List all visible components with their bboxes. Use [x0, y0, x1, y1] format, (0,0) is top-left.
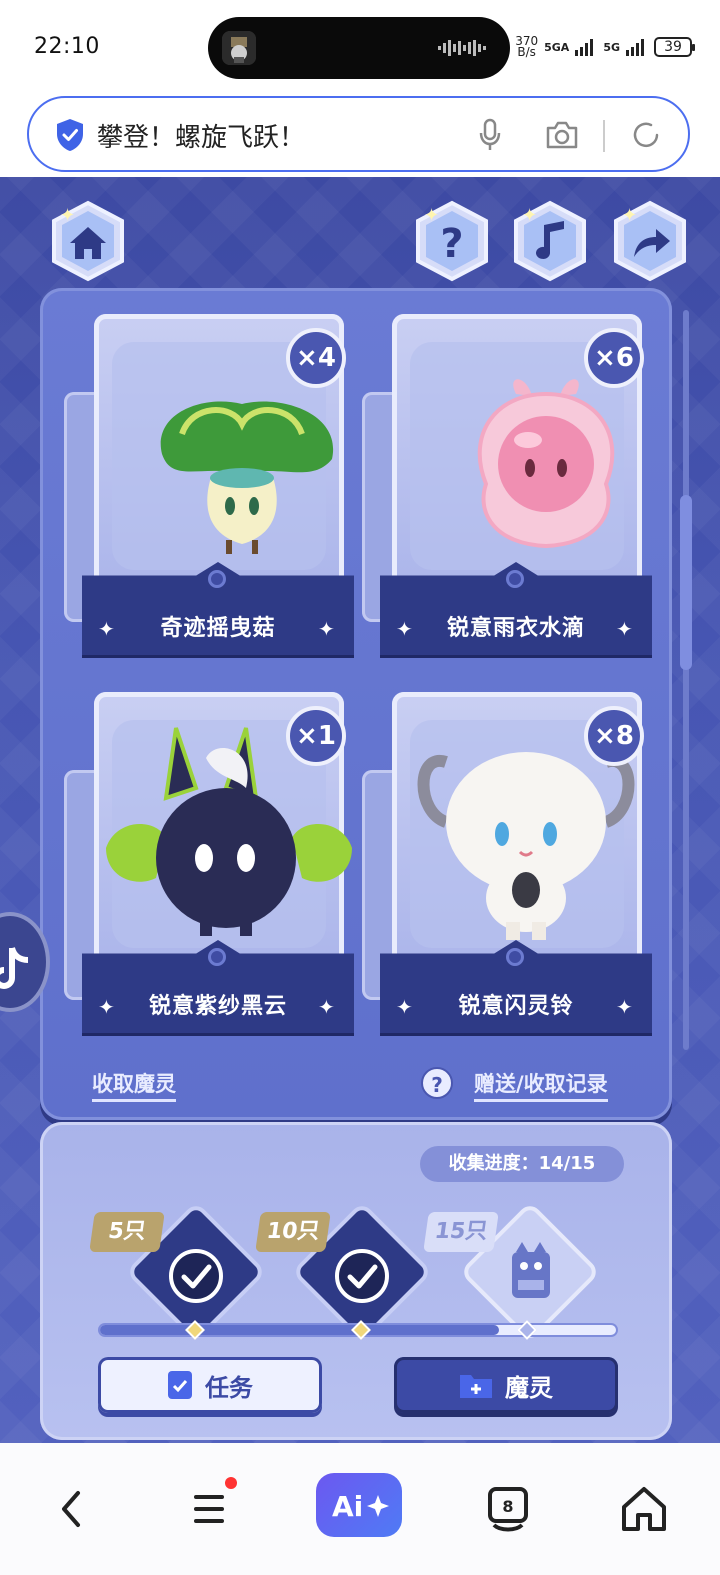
collect-spirit-link[interactable]: 收取魔灵 — [92, 1068, 176, 1102]
audio-wave-icon — [438, 40, 486, 56]
status-icons: 370 B/s 5GA 5G 39 — [515, 35, 695, 59]
dynamic-island[interactable] — [208, 17, 510, 79]
check-icon — [335, 1249, 389, 1303]
music-note-icon: ✦ — [514, 200, 586, 282]
help-mark-icon[interactable]: ? — [421, 1067, 453, 1099]
card-count-badge: ×8 — [584, 706, 644, 766]
refresh-icon[interactable] — [629, 118, 663, 152]
svg-text:✦: ✦ — [522, 205, 537, 226]
search-input[interactable]: 攀登！螺旋飞跃！ — [97, 117, 305, 154]
search-divider — [603, 120, 605, 152]
milestone-reward[interactable]: 5只 — [89, 1206, 262, 1338]
home-icon: ✦ — [52, 200, 124, 282]
card-gem — [208, 948, 226, 966]
task-button[interactable]: 任务 — [98, 1357, 322, 1413]
milestone-reward[interactable]: 10只 — [255, 1206, 428, 1338]
battery-icon: 39 — [654, 37, 695, 57]
home-button[interactable]: ✦ — [46, 199, 130, 283]
ai-assistant-button[interactable]: Ai — [316, 1473, 402, 1537]
raindrop-spirit-image — [477, 379, 615, 549]
spirit-button-label: 魔灵 — [505, 1373, 553, 1402]
status-time: 22:10 — [34, 34, 100, 59]
net-speed-unit: B/s — [517, 45, 536, 59]
question-icon: ? ✦ — [416, 200, 488, 282]
card-gem — [208, 570, 226, 588]
task-doc-icon — [168, 1371, 192, 1399]
tiktok-float-icon[interactable] — [0, 912, 50, 1012]
mushroom-spirit-image — [160, 401, 334, 554]
notification-dot — [225, 1477, 237, 1489]
card-name: 锐意闪灵铃 — [458, 994, 574, 1019]
signal-icon — [575, 39, 594, 56]
help-button[interactable]: ? ✦ — [410, 199, 494, 283]
milestone-reward[interactable]: 15只 — [423, 1206, 596, 1338]
music-button[interactable]: ✦ — [508, 199, 592, 283]
task-button-label: 任务 — [205, 1373, 253, 1402]
check-icon — [169, 1249, 223, 1303]
svg-text:✦: ✦ — [60, 205, 75, 226]
spirit-card[interactable]: ×8 ✦ ✦ 锐意闪灵铃 — [362, 692, 652, 1040]
card-name: 锐意雨衣水滴 — [446, 616, 585, 641]
svg-text:8: 8 — [502, 1497, 513, 1516]
svg-text:✦: ✦ — [424, 205, 439, 226]
svg-text:✦: ✦ — [622, 205, 637, 226]
collection-progress-label: 收集进度：14/15 — [420, 1146, 624, 1182]
spirit-card[interactable]: ×1 ✦ ✦ 锐意紫纱黑云 — [64, 692, 354, 1040]
reward-machine-image — [512, 1242, 550, 1298]
back-icon[interactable] — [44, 1481, 100, 1537]
card-count-badge: ×4 — [286, 328, 346, 388]
spirit-button[interactable]: 魔灵 — [394, 1357, 618, 1413]
home-nav-icon[interactable] — [616, 1481, 672, 1537]
ai-sparkle-icon: Ai — [332, 1490, 389, 1523]
svg-text:?: ? — [440, 221, 463, 267]
camera-icon[interactable] — [545, 120, 579, 150]
bottom-navigation: Ai 8 — [0, 1443, 720, 1575]
card-name: 锐意紫纱黑云 — [148, 994, 287, 1019]
media-thumbnail — [222, 31, 256, 65]
spirit-card[interactable]: ×4 ✦ ✦ 奇迹摇曳菇 — [64, 314, 354, 662]
svg-text:Ai: Ai — [332, 1490, 363, 1523]
signal-icon-2 — [626, 39, 644, 56]
panel-scrollbar[interactable] — [680, 495, 692, 670]
card-gem — [506, 570, 524, 588]
milestone-tag: 10只 — [255, 1212, 331, 1252]
card-count-badge: ×1 — [286, 706, 346, 766]
microphone-icon[interactable] — [477, 118, 503, 152]
folder-icon — [460, 1375, 492, 1398]
shield-check-icon — [57, 119, 83, 151]
share-arrow-icon: ✦ — [614, 200, 686, 282]
history-link[interactable]: 赠送/收取记录 — [474, 1068, 608, 1102]
screen: 22:10 370 B/s 5GA 5G 39 攀登！螺旋飞跃！ ✦ ? ✦ ✦… — [0, 0, 720, 1575]
menu-icon[interactable] — [182, 1481, 238, 1537]
search-bar[interactable]: 攀登！螺旋飞跃！ — [27, 96, 690, 172]
status-bar: 22:10 370 B/s 5GA 5G 39 — [0, 0, 720, 92]
card-gem — [506, 948, 524, 966]
panel-scrollbar-track — [683, 310, 689, 1050]
milestone-tag: 15只 — [423, 1212, 499, 1252]
net-speed: 370 B/s — [515, 35, 538, 59]
signal-label-1: 5GA — [544, 40, 570, 54]
share-button[interactable]: ✦ — [608, 199, 692, 283]
card-name: 奇迹摇曳菇 — [160, 616, 276, 641]
signal-label-2: 5G — [603, 40, 620, 54]
spirit-card[interactable]: ×6 ✦ ✦ 锐意雨衣水滴 — [362, 314, 652, 662]
progress-fill — [100, 1325, 499, 1335]
card-count-badge: ×6 — [584, 328, 644, 388]
milestone-tag: 5只 — [89, 1212, 165, 1252]
tabs-icon[interactable]: 8 — [480, 1481, 536, 1537]
